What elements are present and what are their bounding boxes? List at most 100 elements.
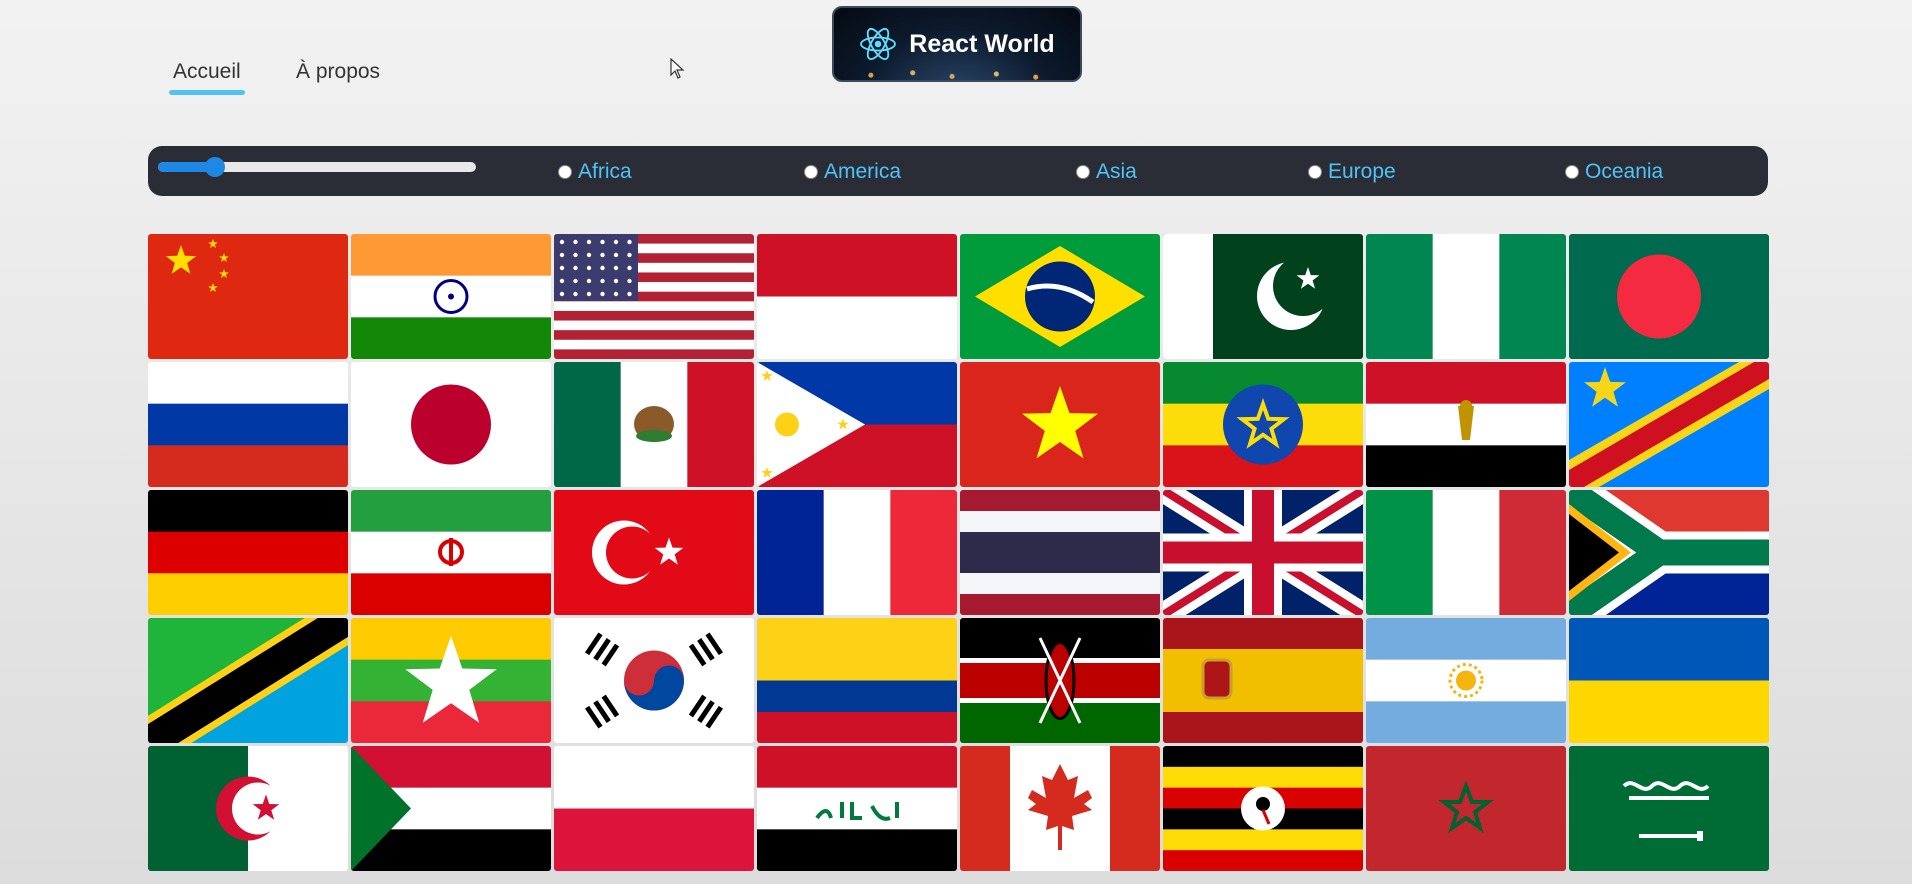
flag-card-iran[interactable]: [351, 490, 551, 615]
flag-russia-icon: [148, 362, 348, 487]
flag-card-turkey[interactable]: [554, 490, 754, 615]
flag-card-nigeria[interactable]: [1366, 234, 1566, 359]
flag-uganda-icon: [1163, 746, 1363, 871]
flag-tanzania-icon: [148, 618, 348, 743]
flag-card-south-korea[interactable]: [554, 618, 754, 743]
flag-card-morocco[interactable]: [1366, 746, 1566, 871]
radio-circle[interactable]: [804, 165, 818, 179]
radio-circle[interactable]: [1565, 165, 1579, 179]
flag-kenya-icon: [960, 618, 1160, 743]
flag-card-south-africa[interactable]: [1569, 490, 1769, 615]
flag-card-spain[interactable]: [1163, 618, 1363, 743]
flag-card-dr-congo[interactable]: [1569, 362, 1769, 487]
flag-card-canada[interactable]: [960, 746, 1160, 871]
flag-dr-congo-icon: [1569, 362, 1769, 487]
flag-card-germany[interactable]: [148, 490, 348, 615]
flag-philippines-icon: [757, 362, 957, 487]
flag-turkey-icon: [554, 490, 754, 615]
filter-bar: Africa America Asia Europe Oceania: [148, 146, 1768, 196]
flag-egypt-icon: [1366, 362, 1566, 487]
flag-china-icon: [148, 234, 348, 359]
flag-card-uganda[interactable]: [1163, 746, 1363, 871]
flag-italy-icon: [1366, 490, 1566, 615]
flag-thailand-icon: [960, 490, 1160, 615]
flag-colombia-icon: [757, 618, 957, 743]
flag-grid: [148, 234, 1769, 871]
flag-india-icon: [351, 234, 551, 359]
flag-pakistan-icon: [1163, 234, 1363, 359]
flag-card-mexico[interactable]: [554, 362, 754, 487]
flag-card-ethiopia[interactable]: [1163, 362, 1363, 487]
flag-indonesia-icon: [757, 234, 957, 359]
flag-japan-icon: [351, 362, 551, 487]
react-world-logo: React World: [832, 6, 1082, 82]
flag-card-united-kingdom[interactable]: [1163, 490, 1363, 615]
logo-title: React World: [909, 29, 1055, 58]
flag-algeria-icon: [148, 746, 348, 871]
flag-card-india[interactable]: [351, 234, 551, 359]
flag-card-japan[interactable]: [351, 362, 551, 487]
flag-bangladesh-icon: [1569, 234, 1769, 359]
radio-circle[interactable]: [1076, 165, 1090, 179]
flag-vietnam-icon: [960, 362, 1160, 487]
flag-mexico-icon: [554, 362, 754, 487]
flag-south-africa-icon: [1569, 490, 1769, 615]
flag-card-russia[interactable]: [148, 362, 348, 487]
react-atom-icon: [860, 27, 897, 61]
flag-card-egypt[interactable]: [1366, 362, 1566, 487]
flag-card-brazil[interactable]: [960, 234, 1160, 359]
region-radio-europe[interactable]: Europe: [1308, 160, 1396, 184]
region-radio-oceania[interactable]: Oceania: [1565, 160, 1663, 184]
flag-canada-icon: [960, 746, 1160, 871]
region-radio-africa[interactable]: Africa: [558, 160, 632, 184]
flag-saudi-arabia-icon: [1569, 746, 1769, 871]
flag-south-korea-icon: [554, 618, 754, 743]
flag-card-kenya[interactable]: [960, 618, 1160, 743]
nav-link-accueil[interactable]: Accueil: [169, 60, 245, 95]
flag-germany-icon: [148, 490, 348, 615]
flag-card-colombia[interactable]: [757, 618, 957, 743]
flag-card-tanzania[interactable]: [148, 618, 348, 743]
top-navigation: Accueil À propos React World: [0, 0, 1912, 110]
flag-card-algeria[interactable]: [148, 746, 348, 871]
flag-card-bangladesh[interactable]: [1569, 234, 1769, 359]
radio-circle[interactable]: [558, 165, 572, 179]
flag-myanmar-icon: [351, 618, 551, 743]
flag-card-argentina[interactable]: [1366, 618, 1566, 743]
mouse-pointer-icon: [670, 58, 685, 79]
population-slider[interactable]: [158, 157, 476, 177]
flag-card-italy[interactable]: [1366, 490, 1566, 615]
flag-card-indonesia[interactable]: [757, 234, 957, 359]
flag-card-poland[interactable]: [554, 746, 754, 871]
flag-card-pakistan[interactable]: [1163, 234, 1363, 359]
flag-united-states-icon: [554, 234, 754, 359]
flag-card-saudi-arabia[interactable]: [1569, 746, 1769, 871]
flag-card-china[interactable]: [148, 234, 348, 359]
flag-card-ukraine[interactable]: [1569, 618, 1769, 743]
nav-link-a-propos[interactable]: À propos: [296, 60, 380, 84]
flag-card-iraq[interactable]: [757, 746, 957, 871]
region-label: America: [824, 160, 902, 183]
radio-circle[interactable]: [1308, 165, 1322, 179]
flag-brazil-icon: [960, 234, 1160, 359]
flag-united-kingdom-icon: [1163, 490, 1363, 615]
flag-iraq-icon: [757, 746, 957, 871]
flag-card-sudan[interactable]: [351, 746, 551, 871]
region-label: Oceania: [1585, 160, 1664, 183]
flag-france-icon: [757, 490, 957, 615]
flag-card-philippines[interactable]: [757, 362, 957, 487]
flag-poland-icon: [554, 746, 754, 871]
flag-card-myanmar[interactable]: [351, 618, 551, 743]
flag-spain-icon: [1163, 618, 1363, 743]
slider-thumb[interactable]: [205, 157, 226, 177]
region-radio-asia[interactable]: Asia: [1076, 160, 1137, 184]
region-label: Europe: [1328, 160, 1396, 183]
flag-card-united-states[interactable]: [554, 234, 754, 359]
flag-card-france[interactable]: [757, 490, 957, 615]
flag-card-thailand[interactable]: [960, 490, 1160, 615]
region-radio-america[interactable]: America: [804, 160, 901, 184]
region-label: Africa: [578, 160, 632, 183]
flag-card-vietnam[interactable]: [960, 362, 1160, 487]
region-label: Asia: [1096, 160, 1137, 183]
flag-morocco-icon: [1366, 746, 1566, 871]
